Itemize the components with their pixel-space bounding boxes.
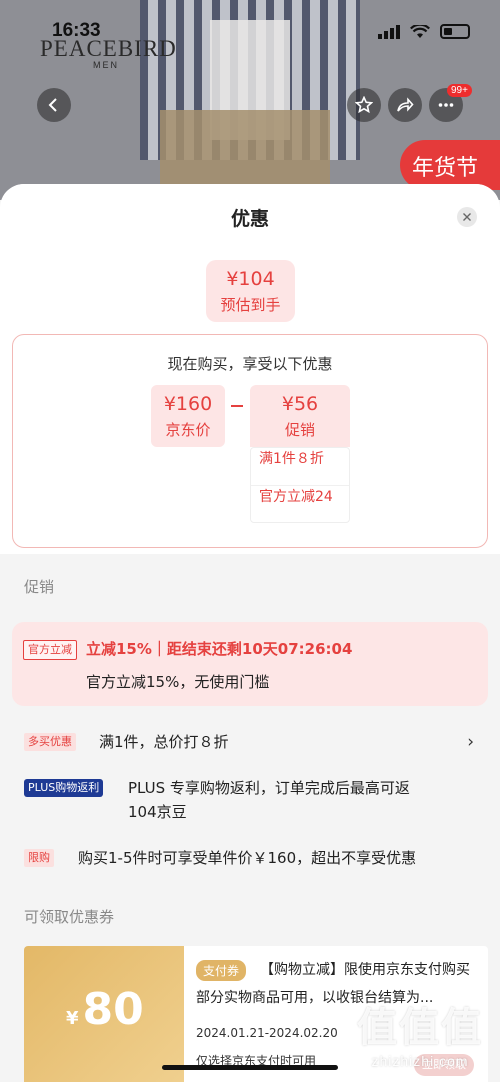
promo-discount: ¥56 促销 <box>250 385 350 447</box>
coupon-amount-value: 80 <box>82 984 144 1035</box>
jd-price-value: ¥160 <box>163 393 213 415</box>
share-icon <box>397 97 414 112</box>
battery-icon <box>440 24 470 39</box>
status-time: 16:33 <box>52 20 101 41</box>
promo-breakdown-item: 官方立减24 <box>251 485 349 522</box>
back-button[interactable] <box>37 88 71 122</box>
multi-buy-text: 满1件，总价打８折 <box>99 733 229 751</box>
plus-rebate-row: PLUS购物返利 PLUS 专享购物返利，订单完成后最高可返 104京豆 <box>24 776 484 828</box>
calc-header: 现在购买，享受以下优惠 <box>167 355 333 373</box>
status-icons <box>378 24 470 39</box>
site-watermark: 值值值 zhizhizhi.com <box>345 995 495 1069</box>
official-discount-countdown: 立减15%｜距结束还剩10天07:26:04 <box>86 640 353 658</box>
purchase-limit-row: 限购 购买1-5件时可享受单件价￥160，超出不享受优惠 <box>24 846 484 874</box>
close-icon <box>463 213 471 221</box>
jd-price: ¥160 京东价 <box>151 385 225 447</box>
purchase-limit-text: 购买1-5件时可享受单件价￥160，超出不享受优惠 <box>78 849 417 867</box>
coupon-currency: ¥ <box>66 1008 79 1029</box>
discount-sheet: 优惠 ¥104 预估到手 现在购买，享受以下优惠 ¥160 京东价 ¥56 促销… <box>0 184 500 1082</box>
plus-rebate-text-2: 104京豆 <box>128 803 187 821</box>
home-indicator[interactable] <box>162 1065 338 1070</box>
official-discount-card[interactable]: 官方立减 立减15%｜距结束还剩10天07:26:04 官方立减15%，无使用门… <box>12 622 488 706</box>
festival-banner[interactable]: 年货节 <box>400 140 500 190</box>
purchase-limit-tag: 限购 <box>24 849 54 867</box>
brand-logo-sub: MEN <box>93 60 119 70</box>
price-calculation: 现在购买，享受以下优惠 ¥160 京东价 ¥56 促销 满1件８折 官方立减24 <box>12 334 488 548</box>
coupon-type-tag: 支付券 <box>196 960 247 981</box>
favorite-button[interactable] <box>347 88 381 122</box>
star-icon <box>355 96 373 114</box>
official-discount-desc: 官方立减15%，无使用门槛 <box>86 673 270 691</box>
chevron-right-icon: › <box>467 732 474 752</box>
estimated-price-value: ¥104 <box>226 268 275 290</box>
coupon-section-label: 可领取优惠券 <box>24 908 115 926</box>
price-breakdown-panel: 优惠 ¥104 预估到手 现在购买，享受以下优惠 ¥160 京东价 ¥56 促销… <box>0 184 500 554</box>
promo-discount-value: ¥56 <box>281 393 319 415</box>
coupon-amount-panel: ¥80 <box>24 946 184 1082</box>
sheet-title: 优惠 <box>230 208 269 230</box>
promo-discount-label: 促销 <box>284 421 315 439</box>
wifi-icon <box>410 24 430 38</box>
promo-breakdown-item: 满1件８折 <box>259 451 324 467</box>
coupon-date-range: 2024.01.21-2024.02.20 <box>196 1026 338 1040</box>
jd-price-label: 京东价 <box>165 421 211 439</box>
multi-buy-row[interactable]: 多买优惠 满1件，总价打８折 › <box>24 730 484 758</box>
more-dots-icon <box>438 103 454 107</box>
share-button[interactable] <box>388 88 422 122</box>
promo-section-label: 促销 <box>24 578 55 596</box>
official-discount-tag: 官方立减 <box>23 640 77 660</box>
notification-badge: 99+ <box>447 84 472 97</box>
plus-rebate-tag: PLUS购物返利 <box>24 779 104 797</box>
coupon-amount: ¥80 <box>66 984 144 1035</box>
multi-buy-tag: 多买优惠 <box>24 733 76 751</box>
signal-icon <box>378 24 400 39</box>
estimated-price-label: 预估到手 <box>220 296 281 314</box>
watermark-logo: 值值值 <box>357 1005 483 1051</box>
plus-rebate-text: PLUS 专享购物返利，订单完成后最高可返 <box>128 779 410 797</box>
promo-breakdown-list: 满1件８折 官方立减24 <box>250 447 350 523</box>
minus-sign <box>231 405 243 407</box>
watermark-url: zhizhizhi.com <box>371 1053 469 1069</box>
estimated-price: ¥104 预估到手 <box>206 260 295 322</box>
chevron-left-icon <box>48 98 57 112</box>
close-button[interactable] <box>457 207 477 227</box>
